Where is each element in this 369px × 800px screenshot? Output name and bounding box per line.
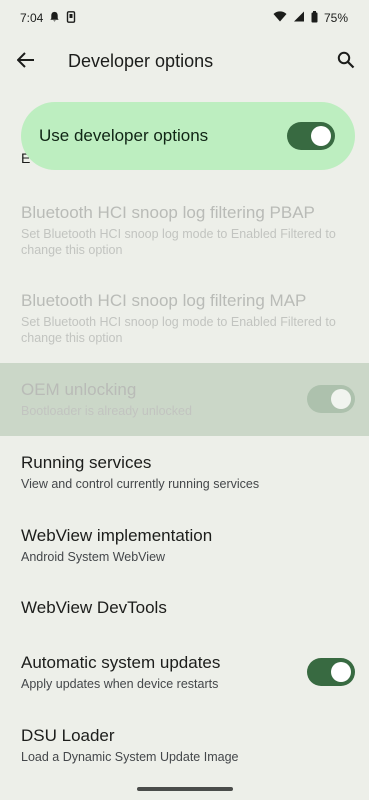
list-item-summary: Bootloader is already unlocked [21, 404, 192, 418]
list-item-summary: Set Bluetooth HCI snoop log mode to Enab… [21, 315, 336, 345]
list-item-title: Automatic system updates [21, 653, 221, 672]
list-item-text: OEM unlocking Bootloader is already unlo… [21, 379, 192, 419]
search-button[interactable] [332, 48, 360, 76]
list-item-dsu-loader[interactable]: DSU Loader Load a Dynamic System Update … [21, 725, 355, 765]
toggle-knob [331, 662, 351, 682]
list-item-title: Bluetooth HCI snoop log filtering MAP [21, 291, 307, 310]
toggle-knob [311, 126, 331, 146]
list-item-bluetooth-pbap: Bluetooth HCI snoop log filtering PBAP S… [21, 202, 355, 258]
list-item-summary: Set Bluetooth HCI snoop log mode to Enab… [21, 227, 336, 257]
list-item-webview-implementation[interactable]: WebView implementation Android System We… [21, 525, 355, 565]
arrow-left-icon [16, 51, 35, 73]
list-item-title: WebView DevTools [21, 598, 167, 617]
page-title: Developer options [68, 51, 214, 71]
list-item-title: Running services [21, 453, 152, 472]
list-item-automatic-system-updates[interactable]: Automatic system updates Apply updates w… [21, 652, 355, 692]
master-switch-toggle[interactable] [287, 122, 335, 150]
app-bar: Developer options [0, 36, 369, 88]
list-item-oem-unlocking: OEM unlocking Bootloader is already unlo… [21, 379, 355, 419]
list-item-summary: Apply updates when device restarts [21, 677, 219, 691]
notification-icon [49, 11, 60, 25]
toggle-knob [331, 389, 351, 409]
list-item-summary: View and control currently running servi… [21, 477, 260, 491]
list-item-title: WebView implementation [21, 526, 213, 545]
wifi-icon [273, 11, 287, 25]
status-right: 75% [273, 10, 348, 26]
list-item-bluetooth-map: Bluetooth HCI snoop log filtering MAP Se… [21, 290, 355, 346]
automatic-updates-toggle[interactable] [307, 658, 355, 686]
device-icon [66, 10, 76, 26]
master-switch-label: Use developer options [39, 126, 209, 145]
list-item-summary: Android System WebView [21, 550, 166, 564]
list-item-title: OEM unlocking [21, 380, 137, 399]
status-left: 7:04 [20, 10, 76, 26]
signal-icon [293, 11, 305, 25]
use-developer-options-switch[interactable]: Use developer options [21, 102, 355, 170]
battery-percent: 75% [323, 11, 348, 25]
back-button[interactable] [12, 48, 40, 76]
status-bar: 7:04 75% [0, 0, 369, 36]
home-gesture-handle[interactable] [137, 787, 233, 791]
list-item-summary: Load a Dynamic System Update Image [21, 750, 239, 764]
list-item-webview-devtools[interactable]: WebView DevTools [21, 597, 355, 619]
list-item-title: DSU Loader [21, 726, 115, 745]
battery-icon [311, 10, 318, 26]
list-item-text: Automatic system updates Apply updates w… [21, 652, 220, 692]
search-icon [337, 51, 355, 74]
status-time: 7:04 [20, 11, 44, 25]
oem-unlocking-toggle [307, 385, 355, 413]
list-item-title: Bluetooth HCI snoop log filtering PBAP [21, 203, 315, 222]
list-item-running-services[interactable]: Running services View and control curren… [21, 452, 355, 492]
